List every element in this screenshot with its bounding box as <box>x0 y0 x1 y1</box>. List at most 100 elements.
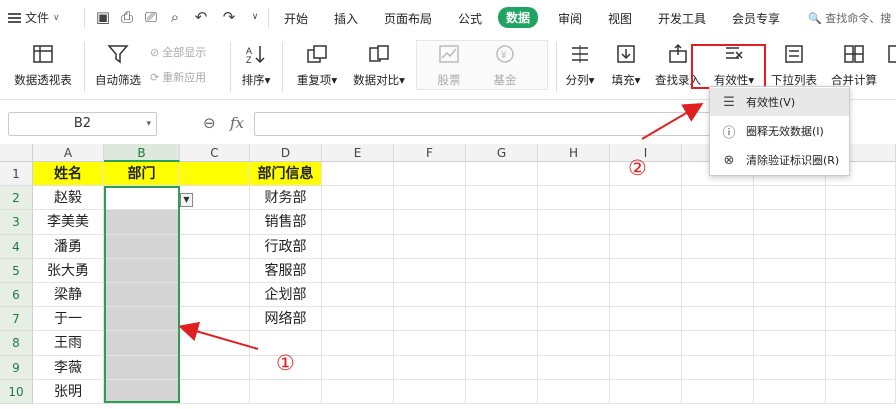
row-header[interactable]: 3 <box>0 210 33 235</box>
table-cell[interactable] <box>466 379 538 404</box>
table-cell[interactable] <box>180 258 250 283</box>
table-cell[interactable] <box>180 210 250 235</box>
table-cell[interactable] <box>466 186 538 211</box>
table-cell[interactable] <box>538 162 610 187</box>
table-cell[interactable] <box>754 283 826 308</box>
undo-icon[interactable]: ↶ <box>192 8 210 26</box>
table-cell[interactable] <box>180 307 250 332</box>
table-cell[interactable] <box>610 331 682 356</box>
table-cell[interactable] <box>682 258 754 283</box>
table-cell[interactable] <box>394 355 466 380</box>
more-ribbon-icon[interactable] <box>884 40 896 68</box>
row-header[interactable]: 4 <box>0 234 33 259</box>
table-cell[interactable] <box>610 307 682 332</box>
table-cell[interactable] <box>180 355 250 380</box>
text-to-columns-button[interactable]: 分列▾ <box>560 40 600 88</box>
table-cell[interactable] <box>322 355 394 380</box>
table-cell[interactable] <box>826 258 896 283</box>
tab-developer[interactable]: 开发工具 <box>658 10 706 27</box>
menu-item-validity[interactable]: ☰ 有效性(V) <box>710 88 849 116</box>
table-cell[interactable] <box>322 307 394 332</box>
column-header[interactable]: E <box>322 144 394 162</box>
table-cell[interactable] <box>394 186 466 211</box>
table-cell[interactable] <box>538 379 610 404</box>
table-cell[interactable] <box>538 331 610 356</box>
consolidate-button[interactable]: 合并计算 <box>826 40 882 88</box>
table-cell[interactable] <box>754 210 826 235</box>
table-cell[interactable] <box>180 331 250 356</box>
table-cell[interactable] <box>826 331 896 356</box>
table-cell[interactable] <box>394 379 466 404</box>
more-chevron-icon[interactable]: ∨ <box>246 8 264 26</box>
table-cell[interactable] <box>466 355 538 380</box>
table-cell[interactable]: 李美美 <box>33 210 104 235</box>
formula-input[interactable] <box>254 112 714 136</box>
table-cell[interactable] <box>322 331 394 356</box>
table-cell[interactable] <box>394 331 466 356</box>
table-cell[interactable] <box>538 355 610 380</box>
table-cell[interactable] <box>682 307 754 332</box>
table-cell[interactable] <box>394 307 466 332</box>
table-cell[interactable] <box>610 283 682 308</box>
table-cell[interactable] <box>466 258 538 283</box>
table-cell[interactable]: 行政部 <box>250 234 322 259</box>
print-preview-icon[interactable]: ⌕ <box>166 8 184 26</box>
row-header[interactable]: 10 <box>0 379 33 404</box>
table-cell[interactable] <box>826 355 896 380</box>
file-menu[interactable]: 文件 ∨ <box>8 9 60 26</box>
table-cell[interactable] <box>322 258 394 283</box>
table-cell[interactable]: 李薇 <box>33 355 104 380</box>
export-pdf-icon[interactable]: ⎙ <box>118 8 136 26</box>
table-cell[interactable] <box>682 234 754 259</box>
table-cell[interactable] <box>682 355 754 380</box>
column-header[interactable]: C <box>180 144 250 162</box>
table-cell[interactable] <box>538 234 610 259</box>
table-cell[interactable] <box>682 186 754 211</box>
table-cell[interactable] <box>754 258 826 283</box>
table-cell[interactable]: 张大勇 <box>33 258 104 283</box>
table-cell[interactable] <box>538 186 610 211</box>
table-cell[interactable] <box>754 331 826 356</box>
table-cell[interactable]: 赵毅 <box>33 186 104 211</box>
table-cell[interactable] <box>826 283 896 308</box>
table-cell[interactable] <box>754 307 826 332</box>
tab-formulas[interactable]: 公式 <box>458 10 482 27</box>
row-header[interactable]: 2 <box>0 186 33 211</box>
table-cell[interactable] <box>682 331 754 356</box>
column-header[interactable]: F <box>394 144 466 162</box>
print-icon[interactable]: ⎚ <box>142 8 160 26</box>
table-cell[interactable] <box>826 186 896 211</box>
cell-dropdown-arrow-icon[interactable]: ▼ <box>180 193 193 207</box>
column-header[interactable]: A <box>33 144 104 162</box>
dropdown-list-button[interactable]: 下拉列表 <box>766 40 822 88</box>
table-cell[interactable] <box>826 234 896 259</box>
table-cell[interactable]: 姓名 <box>33 162 104 187</box>
show-all-button[interactable]: ⊘ 全部显示 <box>150 44 206 60</box>
column-header[interactable]: H <box>538 144 610 162</box>
table-cell[interactable] <box>322 283 394 308</box>
table-cell[interactable] <box>754 355 826 380</box>
table-cell[interactable] <box>322 186 394 211</box>
table-cell[interactable] <box>610 258 682 283</box>
table-cell[interactable] <box>250 379 322 404</box>
save-icon[interactable]: ▣ <box>94 8 112 26</box>
table-cell[interactable] <box>826 379 896 404</box>
row-header[interactable]: 8 <box>0 331 33 356</box>
name-box-dropdown-icon[interactable]: ▾ <box>146 113 151 135</box>
table-cell[interactable] <box>466 210 538 235</box>
pivot-table-button[interactable]: 数据透视表 <box>10 40 76 88</box>
table-cell[interactable] <box>322 379 394 404</box>
table-cell[interactable]: 于一 <box>33 307 104 332</box>
table-cell[interactable]: 部门 <box>104 162 180 187</box>
table-cell[interactable]: 企划部 <box>250 283 322 308</box>
table-cell[interactable] <box>394 234 466 259</box>
reapply-button[interactable]: ⟳ 重新应用 <box>150 69 206 85</box>
stocks-button[interactable]: 股票 <box>424 40 474 88</box>
table-cell[interactable] <box>466 162 538 187</box>
table-cell[interactable] <box>394 283 466 308</box>
table-cell[interactable] <box>394 258 466 283</box>
table-cell[interactable] <box>826 210 896 235</box>
zoom-icon[interactable]: ⊖ <box>203 114 216 132</box>
table-cell[interactable] <box>826 307 896 332</box>
table-cell[interactable] <box>466 234 538 259</box>
